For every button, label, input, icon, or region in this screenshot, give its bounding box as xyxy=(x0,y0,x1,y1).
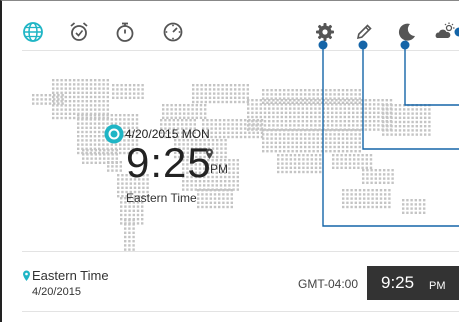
current-timezone: Eastern Time xyxy=(126,191,197,205)
gmt-offset: GMT-04:00 xyxy=(298,277,358,291)
edit-icon[interactable] xyxy=(353,21,375,43)
city-name: Eastern Time xyxy=(32,268,109,283)
settings-icon[interactable] xyxy=(314,21,336,43)
current-ampm: PM xyxy=(210,162,228,176)
world-map xyxy=(32,79,452,254)
home-pin-icon xyxy=(205,148,214,160)
toolbar-divider xyxy=(22,50,459,51)
list-divider xyxy=(22,251,459,252)
city-date: 4/20/2015 xyxy=(32,286,81,298)
app-window: 4/20/2015 MON 9:25 PM Eastern Time Easte… xyxy=(0,0,459,322)
location-marker-icon xyxy=(103,123,125,145)
weather-icon[interactable] xyxy=(434,21,456,43)
top-toolbar xyxy=(2,1,459,49)
city-ampm: PM xyxy=(429,280,446,292)
alarm-icon[interactable] xyxy=(68,21,90,43)
world-clock-icon[interactable] xyxy=(22,21,44,43)
city-time: 9:25 xyxy=(381,273,414,293)
city-list-item[interactable]: Eastern Time 4/20/2015 GMT-04:00 9:25 PM xyxy=(20,261,459,309)
stopwatch-icon[interactable] xyxy=(114,21,136,43)
location-pin-icon xyxy=(22,270,31,282)
current-time: 9:25 xyxy=(126,139,212,187)
timer-icon[interactable] xyxy=(162,21,184,43)
bottom-divider xyxy=(22,311,459,312)
city-time-box: 9:25 PM xyxy=(367,266,459,300)
night-mode-icon[interactable] xyxy=(396,21,418,43)
